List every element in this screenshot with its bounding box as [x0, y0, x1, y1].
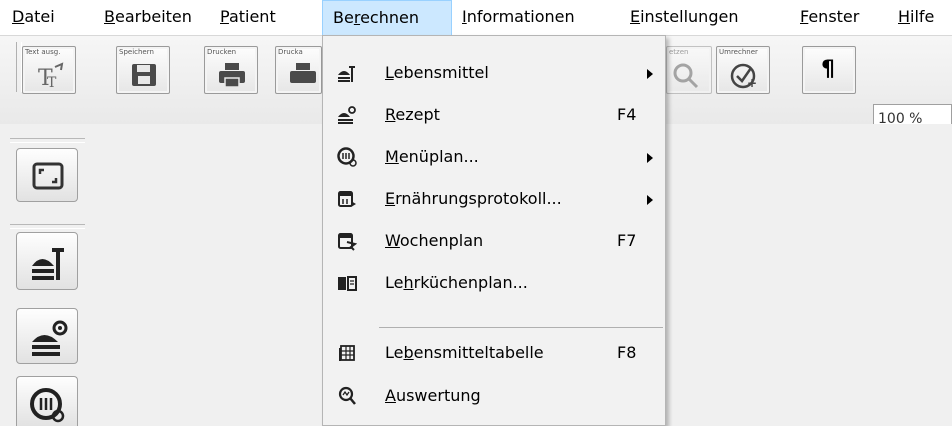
menu-separator — [379, 327, 663, 328]
menu-item-label: Ernährungsprotokoll... — [385, 189, 562, 208]
submenu-arrow-icon — [647, 69, 653, 79]
menu-item-label: Rezept — [385, 105, 440, 124]
menu-item-label: Menüplan... — [385, 147, 479, 166]
recipe-button[interactable] — [16, 308, 78, 364]
fullscreen-button[interactable] — [16, 148, 78, 202]
menu-plan-button[interactable] — [16, 376, 78, 426]
recipe-icon — [338, 106, 356, 124]
week-plan-icon — [338, 233, 357, 251]
left-toolbar-separator — [10, 224, 85, 229]
menu-item-label: Lebensmittel — [385, 63, 489, 82]
menu-bar: Datei Bearbeiten Patient Berechnen Infor… — [0, 0, 952, 36]
berechnen-dropdown: Lebensmittel Rezept F4 Menüplan... Ernäh… — [322, 35, 666, 426]
left-toolbar — [0, 124, 90, 426]
menu-item-shortcut: F4 — [617, 105, 637, 124]
left-toolbar-separator — [10, 138, 85, 143]
print-preview-button[interactable]: Drucka — [275, 46, 322, 94]
text-format-icon: T T — [38, 62, 64, 89]
menu-plan-icon — [337, 147, 357, 167]
button-caption: etzen — [669, 48, 689, 56]
button-caption: Drucka — [278, 48, 303, 56]
menu-item-rezept[interactable]: Rezept F4 — [325, 94, 663, 136]
pilcrow-button[interactable]: ¶ — [802, 46, 856, 94]
menu-item-auswertung[interactable]: Auswertung — [325, 375, 663, 417]
save-button[interactable]: Speichern — [116, 46, 170, 94]
svg-text:T: T — [47, 75, 57, 89]
menu-einstellungen[interactable]: Einstellungen — [630, 0, 738, 36]
menu-plan-icon — [30, 388, 65, 423]
menu-bearbeiten[interactable]: Bearbeiten — [104, 0, 192, 36]
button-caption: Speichern — [119, 48, 154, 56]
evaluation-icon — [338, 386, 356, 405]
pilcrow-icon: ¶ — [821, 57, 835, 82]
search-button[interactable]: etzen — [666, 46, 712, 94]
menu-item-label: Lehrküchenplan... — [385, 273, 528, 292]
text-format-button[interactable]: Text ausg. T T — [22, 46, 76, 94]
food-button[interactable] — [16, 232, 78, 290]
submenu-arrow-icon — [647, 195, 653, 205]
menu-item-wochenplan[interactable]: Wochenplan F7 — [325, 220, 663, 262]
print-icon — [219, 63, 245, 88]
menu-patient[interactable]: Patient — [220, 0, 276, 36]
food-table-icon — [339, 345, 355, 361]
food-icon — [32, 248, 64, 280]
menu-item-label: Auswertung — [385, 386, 481, 405]
print-preview-icon — [290, 63, 316, 83]
menu-item-ernaehrungsprotokoll[interactable]: Ernährungsprotokoll... — [325, 178, 663, 220]
menu-datei[interactable]: Datei — [12, 0, 55, 36]
menu-item-label: Lebensmitteltabelle — [385, 343, 544, 362]
convert-icon: + — [730, 63, 757, 89]
converter-button[interactable]: Umrechner + — [716, 46, 770, 94]
food-icon — [338, 66, 355, 82]
button-caption: Umrechner — [719, 48, 758, 56]
teaching-kitchen-icon — [338, 276, 357, 291]
fullscreen-icon — [32, 162, 64, 190]
submenu-arrow-icon — [647, 153, 653, 163]
search-icon — [673, 63, 699, 89]
menu-hilfe[interactable]: Hilfe — [898, 0, 934, 36]
print-button[interactable]: Drucken — [204, 46, 258, 94]
button-caption: Drucken — [207, 48, 237, 56]
menu-item-menueplan[interactable]: Menüplan... — [325, 136, 663, 178]
menu-item-lehrkuechenplan[interactable]: Lehrküchenplan... — [325, 262, 663, 304]
menu-item-lebensmitteltabelle[interactable]: Lebensmitteltabelle F8 — [325, 332, 663, 374]
menu-item-shortcut: F8 — [617, 343, 637, 362]
menu-berechnen[interactable]: Berechnen — [322, 0, 452, 36]
button-caption: Text ausg. — [25, 48, 61, 56]
menu-fenster[interactable]: Fenster — [800, 0, 859, 36]
nutrition-log-icon — [338, 191, 356, 207]
save-icon — [132, 64, 156, 86]
recipe-icon — [32, 320, 68, 356]
menu-item-lebensmittel[interactable]: Lebensmittel — [325, 52, 663, 94]
svg-text:+: + — [747, 76, 757, 89]
menu-item-shortcut: F7 — [617, 231, 637, 250]
menu-item-label: Wochenplan — [385, 231, 484, 250]
menu-informationen[interactable]: Informationen — [462, 0, 575, 36]
